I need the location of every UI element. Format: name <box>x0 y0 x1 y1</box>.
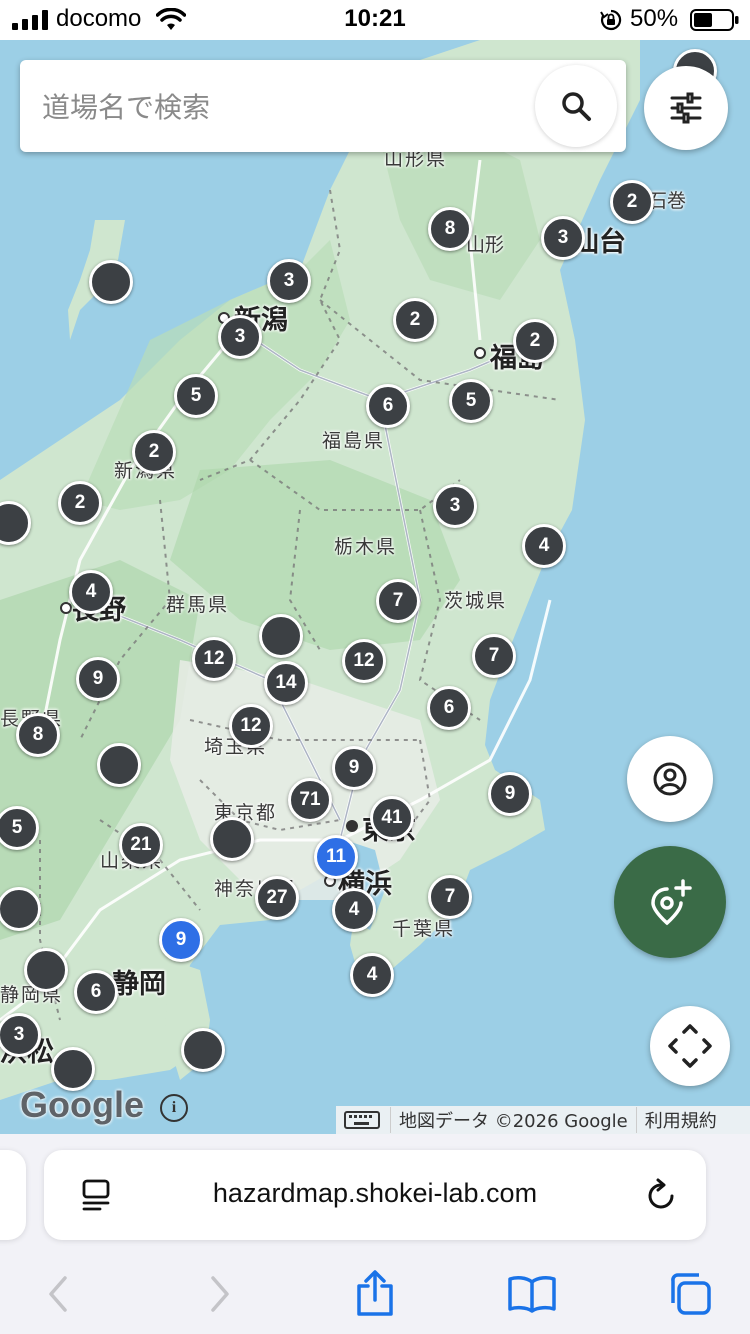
sliders-icon <box>670 92 702 124</box>
search-button[interactable] <box>535 65 617 147</box>
filter-button[interactable] <box>644 66 728 150</box>
add-location-button[interactable] <box>614 846 726 958</box>
dojo-cluster-marker[interactable]: 3 <box>541 216 585 260</box>
dojo-cluster-marker[interactable]: 3 <box>218 315 262 359</box>
map-data-credit: 地図データ ©2026 Google <box>390 1107 636 1133</box>
dojo-cluster-marker[interactable]: 6 <box>74 970 118 1014</box>
search-input[interactable] <box>40 84 524 130</box>
share-icon <box>357 1270 393 1316</box>
url-text: hazardmap.shokei-lab.com <box>212 1178 538 1208</box>
dojo-cluster-marker[interactable] <box>259 614 303 658</box>
recenter-button[interactable] <box>650 1006 730 1086</box>
dojo-cluster-marker[interactable]: 8 <box>428 207 472 251</box>
tabs-icon <box>671 1273 711 1315</box>
dojo-cluster-marker[interactable]: 12 <box>229 704 273 748</box>
dojo-cluster-marker[interactable]: 27 <box>255 876 299 920</box>
dojo-cluster-marker[interactable]: 12 <box>192 637 236 681</box>
status-bar: docomo 10:21 50% <box>0 0 750 40</box>
city-dot <box>346 820 358 832</box>
dojo-cluster-marker[interactable]: 41 <box>370 796 414 840</box>
dojo-cluster-marker[interactable] <box>89 260 133 304</box>
dojo-cluster-marker[interactable]: 9 <box>488 772 532 816</box>
orientation-lock-icon <box>600 9 622 31</box>
dojo-cluster-marker[interactable]: 4 <box>332 888 376 932</box>
dojo-cluster-marker[interactable] <box>181 1028 225 1072</box>
city-dot <box>474 347 486 359</box>
dojo-cluster-marker[interactable]: 71 <box>288 778 332 822</box>
search-bar <box>20 60 626 152</box>
place-label: 静岡 <box>112 969 166 1000</box>
add-location-icon <box>651 879 692 926</box>
map-view[interactable]: 山形県 石巻 山形 仙台 新潟 福島 福島県 新潟県 栃木県 群馬県 茨城県 長… <box>0 40 750 1134</box>
search-icon <box>562 92 591 121</box>
dojo-cluster-marker[interactable]: 12 <box>342 639 386 683</box>
dojo-cluster-marker-selected[interactable]: 11 <box>314 835 358 879</box>
dojo-cluster-marker[interactable]: 2 <box>393 298 437 342</box>
dojo-cluster-marker[interactable]: 3 <box>433 484 477 528</box>
chevron-right-icon <box>211 1276 229 1312</box>
dojo-cluster-marker[interactable]: 7 <box>376 579 420 623</box>
dojo-cluster-marker[interactable]: 6 <box>366 384 410 428</box>
profile-button[interactable] <box>627 736 713 822</box>
dojo-cluster-marker[interactable]: 4 <box>522 524 566 568</box>
dojo-cluster-marker[interactable]: 2 <box>58 481 102 525</box>
dojo-cluster-marker[interactable]: 2 <box>513 319 557 363</box>
dojo-cluster-marker[interactable] <box>24 948 68 992</box>
dojo-cluster-marker[interactable]: 3 <box>267 259 311 303</box>
place-label: 福島県 <box>322 430 386 452</box>
dojo-cluster-marker[interactable]: 4 <box>69 570 113 614</box>
share-button[interactable] <box>345 1264 405 1324</box>
chevron-left-icon <box>49 1276 67 1312</box>
forward-button[interactable] <box>190 1264 250 1324</box>
battery-percent: 50% <box>630 5 679 32</box>
dojo-cluster-marker[interactable]: 5 <box>174 374 218 418</box>
reload-icon[interactable] <box>644 1178 678 1212</box>
back-button[interactable] <box>28 1264 88 1324</box>
dojo-cluster-marker[interactable] <box>97 743 141 787</box>
dojo-cluster-marker[interactable]: 9 <box>332 746 376 790</box>
dojo-cluster-marker-selected[interactable]: 9 <box>159 918 203 962</box>
address-bar[interactable]: hazardmap.shokei-lab.com <box>44 1150 706 1240</box>
dojo-cluster-marker[interactable]: 21 <box>119 823 163 867</box>
place-label: 茨城県 <box>444 590 508 612</box>
dojo-cluster-marker[interactable]: 7 <box>428 875 472 919</box>
dojo-cluster-marker[interactable]: 14 <box>264 661 308 705</box>
account-circle-icon <box>653 762 687 796</box>
map-attribution: 地図データ ©2026 Google 利用規約 <box>336 1106 750 1134</box>
battery-icon <box>690 9 739 31</box>
dojo-cluster-marker[interactable]: 2 <box>610 180 654 224</box>
previous-tab-edge[interactable] <box>0 1150 26 1240</box>
dojo-cluster-marker[interactable]: 9 <box>76 657 120 701</box>
keyboard-icon[interactable] <box>344 1109 384 1131</box>
dojo-cluster-marker[interactable]: 8 <box>16 713 60 757</box>
place-label: 群馬県 <box>166 594 230 616</box>
place-label: 栃木県 <box>334 536 398 558</box>
dojo-cluster-marker[interactable]: 6 <box>427 686 471 730</box>
dojo-cluster-marker[interactable]: 5 <box>449 379 493 423</box>
info-icon[interactable]: i <box>160 1094 188 1122</box>
google-logo: Google <box>20 1084 144 1125</box>
terms-link[interactable]: 利用規約 <box>635 1107 725 1133</box>
dojo-cluster-marker[interactable]: 4 <box>350 953 394 997</box>
dojo-cluster-marker[interactable]: 7 <box>472 634 516 678</box>
place-label: 山形 <box>466 234 505 256</box>
dojo-cluster-marker[interactable]: 2 <box>132 430 176 474</box>
expand-arrows-icon <box>668 1024 712 1068</box>
tabs-button[interactable] <box>660 1264 720 1324</box>
browser-toolbar: hazardmap.shokei-lab.com <box>0 1134 750 1334</box>
city-dot <box>60 602 72 614</box>
bookmarks-button[interactable] <box>502 1264 562 1324</box>
dojo-cluster-marker[interactable] <box>210 817 254 861</box>
book-icon <box>508 1276 556 1313</box>
